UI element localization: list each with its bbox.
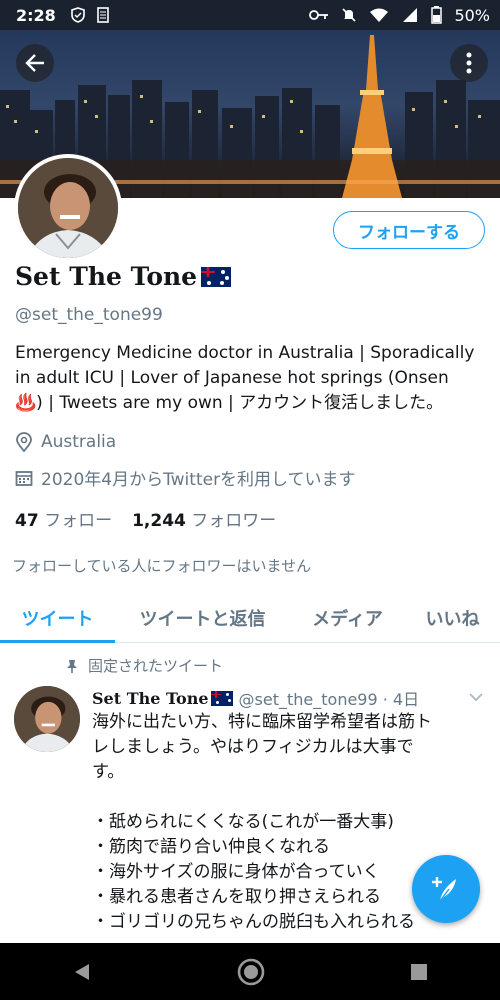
- display-name: Set The Tone: [15, 262, 198, 291]
- pinned-indicator: 固定されたツイート: [66, 655, 223, 676]
- tweet-line: ・舐められにくくなる(これが一番大事): [92, 812, 394, 832]
- tab-label: ツイート: [21, 609, 94, 630]
- location-pin-icon: [16, 432, 32, 452]
- tweet-author-name: Set The Tone: [92, 688, 209, 708]
- follow-button[interactable]: フォローする: [333, 211, 485, 249]
- tab-likes[interactable]: いいね: [405, 594, 500, 642]
- tab-media[interactable]: メディア: [290, 594, 405, 642]
- joined-text: 2020年4月からTwitterを利用しています: [41, 470, 356, 490]
- compose-tweet-icon: [432, 877, 456, 902]
- profile-location: Australia: [15, 432, 116, 452]
- australia-flag-icon: [210, 690, 233, 706]
- tweet-author[interactable]: Set The Tone: [92, 689, 233, 708]
- chevron-down-icon: [469, 693, 483, 702]
- bio-line: ♨️) | Tweets are my own | アカウント復活しました。: [15, 393, 444, 413]
- bio-line: in adult ICU | Lover of Japanese hot spr…: [15, 368, 449, 388]
- more-vertical-icon: [466, 52, 472, 74]
- profile-joined: 2020年4月からTwitterを利用しています: [15, 465, 356, 490]
- system-navigation-bar: [0, 943, 500, 1000]
- australia-flag-icon: [201, 266, 232, 287]
- profile-tabs: ツイート ツイートと返信 メディア いいね: [0, 594, 500, 643]
- pinned-label: 固定されたツイート: [88, 657, 224, 675]
- back-arrow-icon: [25, 54, 44, 72]
- tab-label: メディア: [312, 609, 383, 630]
- avatar-photo: [18, 158, 118, 258]
- followers-link[interactable]: 1,244 フォロワー: [132, 506, 276, 531]
- notification-icon: [96, 7, 109, 23]
- tab-label: いいね: [425, 609, 480, 630]
- tweet-line: [92, 785, 482, 810]
- tweet-line: レしましょう。やはりフィジカルは大事で: [92, 737, 414, 757]
- followers-count: 1,244: [132, 511, 186, 531]
- tweet-header: Set The Tone @set_the_tone99 · 4日: [92, 686, 419, 710]
- location-text: Australia: [41, 432, 117, 452]
- profile-handle: @set_the_tone99: [15, 305, 163, 325]
- tab-tweets[interactable]: ツイート: [0, 594, 115, 643]
- following-link[interactable]: 47 フォロー: [15, 506, 112, 531]
- battery-icon: [431, 6, 443, 24]
- following-count: 47: [15, 511, 39, 531]
- profile-name: Set The Tone: [15, 262, 232, 291]
- mute-icon: [342, 8, 357, 22]
- battery-level: 50%: [454, 5, 490, 25]
- more-options-button[interactable]: [450, 44, 488, 82]
- followers-you-know: フォローしている人にフォロワーはいません: [12, 557, 312, 575]
- status-time: 2:28: [16, 5, 56, 25]
- signal-icon: [403, 8, 418, 22]
- compose-tweet-button[interactable]: [412, 855, 480, 923]
- tweet-line: ・筋肉で語り合い仲良くなれる: [92, 837, 330, 857]
- shield-icon: [70, 7, 85, 23]
- nav-recents-icon[interactable]: [409, 962, 429, 982]
- tweet-menu-button[interactable]: [468, 688, 484, 707]
- status-bar: 2:28 50%: [0, 0, 500, 30]
- pin-icon: [67, 659, 77, 673]
- nav-home-icon[interactable]: [236, 957, 266, 987]
- followers-label: フォロワー: [191, 511, 277, 531]
- profile-avatar[interactable]: [14, 154, 122, 262]
- follow-counts: 47 フォロー 1,244 フォロワー: [15, 506, 276, 531]
- tweet-meta: @set_the_tone99 · 4日: [238, 690, 420, 709]
- avatar-photo: [14, 686, 80, 752]
- tweet-line: す。: [92, 762, 125, 782]
- calendar-icon: [15, 470, 33, 486]
- key-icon: [309, 10, 329, 20]
- tab-tweets-and-replies[interactable]: ツイートと返信: [115, 594, 290, 642]
- following-label: フォロー: [44, 511, 113, 531]
- tweet-author-avatar[interactable]: [14, 686, 80, 752]
- bio-line: Emergency Medicine doctor in Australia |…: [15, 343, 475, 363]
- tab-label: ツイートと返信: [139, 609, 266, 630]
- nav-back-icon[interactable]: [71, 961, 93, 983]
- tweet-line: 海外に出たい方、特に臨床留学希望者は筋ト: [92, 712, 432, 732]
- profile-bio: Emergency Medicine doctor in Australia |…: [15, 341, 490, 416]
- wifi-icon: [370, 8, 389, 22]
- back-button[interactable]: [16, 44, 54, 82]
